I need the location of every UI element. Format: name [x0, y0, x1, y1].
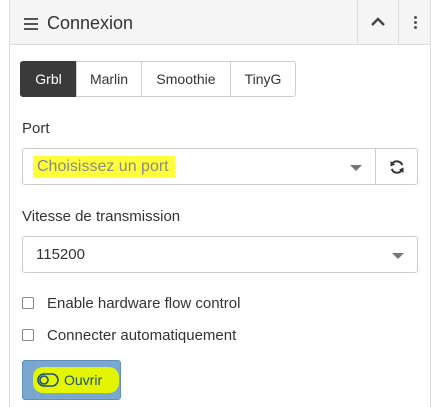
- auto-connect-checkbox[interactable]: [22, 329, 34, 341]
- open-connection-button[interactable]: Ouvrir: [22, 360, 121, 400]
- flow-control-checkbox[interactable]: [22, 297, 34, 309]
- kebab-icon: [414, 14, 417, 31]
- baud-value: 115200: [36, 246, 85, 263]
- refresh-icon: [390, 159, 403, 174]
- baud-select[interactable]: 115200: [22, 236, 418, 273]
- chevron-up-icon: [371, 17, 385, 26]
- panel-title: Connexion: [47, 13, 134, 33]
- chevron-down-icon: [350, 165, 362, 171]
- auto-connect-label: Connecter automatiquement: [47, 326, 237, 344]
- auto-connect-option[interactable]: Connecter automatiquement: [22, 325, 236, 345]
- port-select[interactable]: Choisissez un port: [22, 148, 376, 185]
- more-button[interactable]: [398, 0, 431, 44]
- collapse-button[interactable]: [357, 0, 398, 44]
- firmware-grbl-button[interactable]: Grbl: [20, 61, 77, 97]
- firmware-selector: Grbl Marlin Smoothie TinyG: [20, 61, 296, 97]
- chevron-down-icon: [392, 253, 404, 259]
- toggle-off-icon: [37, 373, 59, 387]
- panel-header: Connexion: [10, 0, 430, 45]
- port-placeholder: Choisissez un port: [33, 156, 175, 178]
- firmware-marlin-button[interactable]: Marlin: [76, 61, 142, 97]
- refresh-ports-button[interactable]: [375, 148, 418, 185]
- firmware-smoothie-button[interactable]: Smoothie: [141, 61, 231, 97]
- open-button-label: Ouvrir: [64, 372, 103, 388]
- firmware-tinyg-button[interactable]: TinyG: [230, 61, 296, 97]
- flow-control-option[interactable]: Enable hardware flow control: [22, 293, 240, 313]
- hamburger-icon[interactable]: [24, 18, 38, 30]
- flow-control-label: Enable hardware flow control: [47, 294, 241, 312]
- baud-label: Vitesse de transmission: [22, 208, 181, 225]
- port-label: Port: [22, 120, 50, 137]
